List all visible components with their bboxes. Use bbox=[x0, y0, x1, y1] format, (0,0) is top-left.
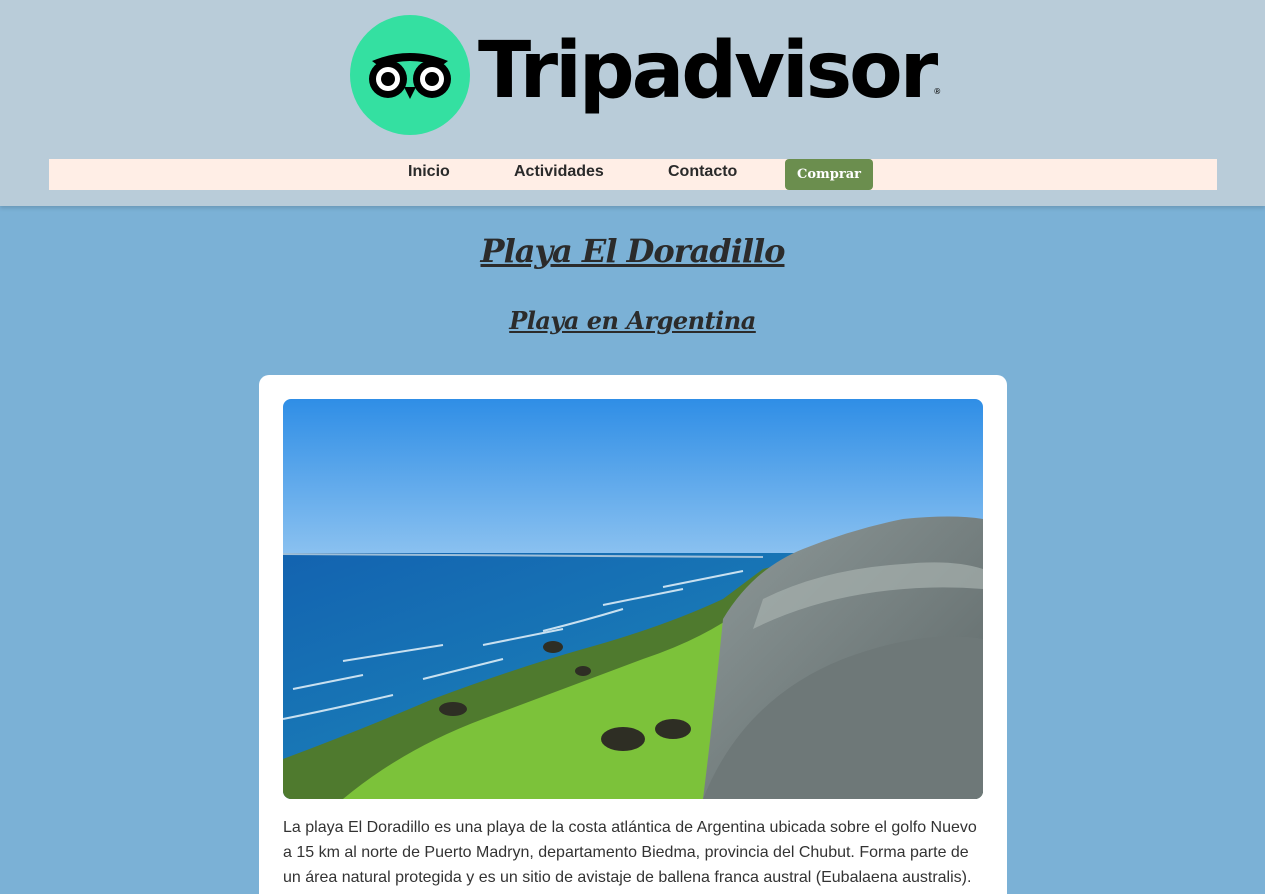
content-card: La playa El Doradillo es una playa de la… bbox=[259, 375, 1007, 894]
owl-eyes-icon bbox=[350, 15, 470, 135]
page-subtitle: Playa en Argentina bbox=[509, 306, 756, 335]
description-text: La playa El Doradillo es una playa de la… bbox=[283, 819, 977, 886]
registered-mark: ® bbox=[933, 87, 942, 96]
page-title: Playa El Doradillo bbox=[480, 232, 786, 270]
buy-button[interactable]: Comprar bbox=[785, 159, 873, 190]
nav-link-inicio[interactable]: Inicio bbox=[408, 163, 450, 181]
main-navigation: Inicio Actividades Contacto Comprar bbox=[49, 159, 1217, 190]
site-header: Tripadvisor ® Inicio Actividades Contacto… bbox=[0, 0, 1265, 206]
nav-link-contacto[interactable]: Contacto bbox=[668, 163, 737, 181]
nav-link-actividades[interactable]: Actividades bbox=[514, 163, 604, 181]
logo-wordmark: Tripadvisor ® bbox=[478, 26, 942, 116]
beach-photo bbox=[283, 399, 983, 799]
tripadvisor-logo[interactable]: Tripadvisor ® bbox=[350, 15, 941, 135]
